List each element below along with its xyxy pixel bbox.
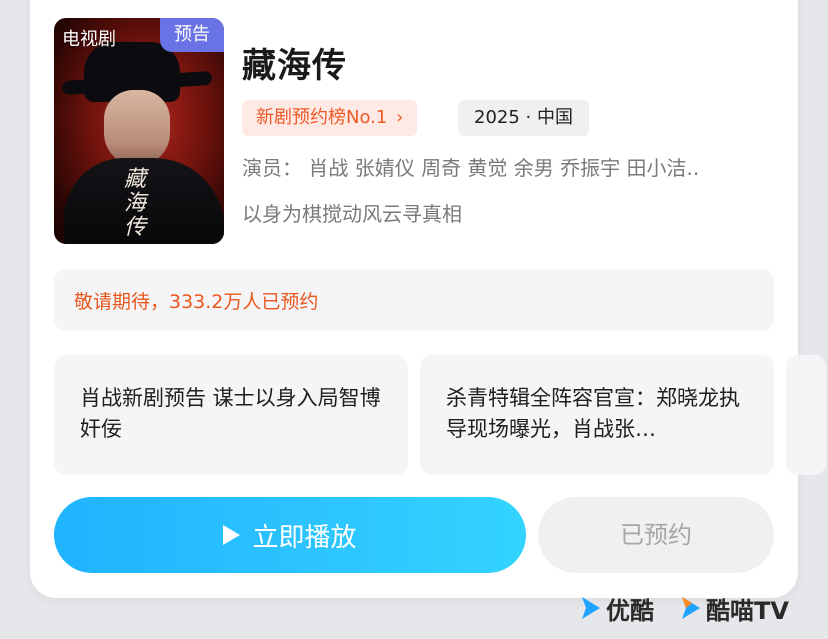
- poster-calligraphy: 藏海传: [123, 167, 146, 240]
- poster-trailer-badge: 预告: [160, 18, 224, 52]
- reservation-notice-text: 敬请期待，333.2万人已预约: [74, 291, 319, 313]
- youku-brand-label: 优酷: [606, 596, 654, 625]
- cast-list: 演员： 肖战 张婧仪 周奇 黄觉 余男 乔振宇 田小洁..: [242, 156, 700, 180]
- show-title: 藏海传: [242, 46, 347, 86]
- reserved-button[interactable]: 已预约: [538, 497, 774, 573]
- play-now-button[interactable]: 立即播放: [54, 497, 526, 573]
- kumiao-brand-label: 酷喵TV: [706, 596, 789, 625]
- play-icon: [223, 525, 241, 545]
- news-card-text: 杀青特辑全阵容官宣：郑晓龙执导现场曝光，肖战张…: [446, 386, 740, 441]
- news-card-partial[interactable]: [786, 355, 826, 475]
- news-card-text: 肖战新剧预告 谋士以身入局智博奸佞: [80, 386, 381, 441]
- poster-category-label: 电视剧: [62, 29, 116, 50]
- poster-face: [104, 90, 170, 166]
- rank-badge-label: 新剧预约榜No.1: [256, 107, 388, 128]
- kumiao-brand: 酷喵TV: [680, 591, 789, 625]
- news-card[interactable]: 杀青特辑全阵容官宣：郑晓龙执导现场曝光，肖战张…: [420, 355, 774, 475]
- year-region-tag: 2025 · 中国: [458, 100, 589, 136]
- rank-badge[interactable]: 新剧预约榜No.1 ›: [242, 100, 418, 136]
- chevron-right-icon: ›: [396, 107, 404, 128]
- reservation-notice: 敬请期待，333.2万人已预约: [54, 269, 774, 331]
- news-card[interactable]: 肖战新剧预告 谋士以身入局智博奸佞: [54, 355, 408, 475]
- youku-icon: [582, 597, 600, 619]
- show-slogan: 以身为棋搅动风云寻真相: [242, 202, 462, 226]
- youku-brand: 优酷: [580, 591, 654, 625]
- kumiao-icon: [682, 597, 700, 619]
- play-now-label: 立即播放: [252, 522, 357, 553]
- show-poster[interactable]: 藏海传 电视剧 预告: [54, 18, 224, 244]
